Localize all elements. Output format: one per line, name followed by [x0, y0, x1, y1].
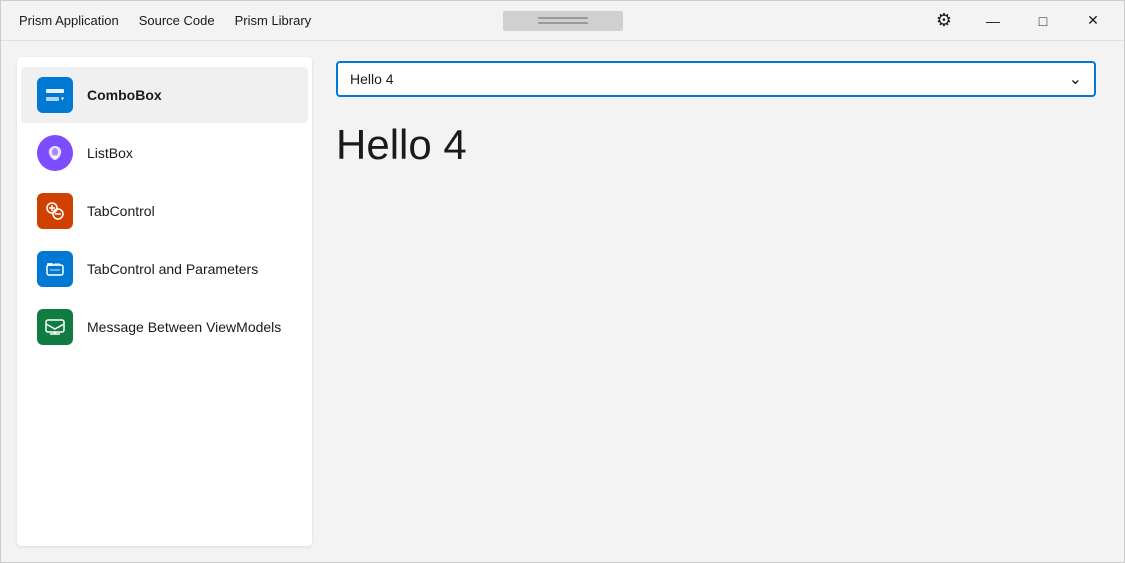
combobox-dropdown[interactable]: Hello 4 ⌄ — [336, 61, 1096, 97]
menu-bar: Prism Application Source Code Prism Libr… — [9, 9, 321, 32]
window-lines — [538, 17, 588, 24]
main-content: ComboBox ListBox — [1, 41, 1124, 562]
sidebar-item-tabcontrol-label: TabControl — [87, 203, 155, 219]
close-icon: ✕ — [1087, 12, 1099, 29]
sidebar-item-listbox[interactable]: ListBox — [21, 125, 308, 181]
sidebar-item-message-viewmodels[interactable]: Message Between ViewModels — [21, 299, 308, 355]
menu-prism-library[interactable]: Prism Library — [225, 9, 322, 32]
content-area: Hello 4 ⌄ Hello 4 — [328, 57, 1108, 546]
window-line — [538, 22, 588, 24]
listbox-icon-wrapper — [37, 135, 73, 171]
chevron-down-icon: ⌄ — [1069, 69, 1082, 89]
tabparams-icon — [37, 251, 73, 287]
window-controls: ⚙ — □ ✕ — [926, 5, 1116, 37]
title-bar: Prism Application Source Code Prism Libr… — [1, 1, 1124, 41]
minimize-icon: — — [986, 13, 1000, 29]
title-bar-center — [503, 11, 623, 31]
tabcontrol-icon-wrapper — [37, 193, 73, 229]
tabcontrol-icon — [37, 193, 73, 229]
menu-prism-application[interactable]: Prism Application — [9, 9, 129, 32]
sidebar-item-tabcontrol[interactable]: TabControl — [21, 183, 308, 239]
sidebar-item-message-label: Message Between ViewModels — [87, 319, 281, 335]
combobox-icon — [37, 77, 73, 113]
menu-source-code[interactable]: Source Code — [129, 9, 225, 32]
sidebar-item-combobox[interactable]: ComboBox — [21, 67, 308, 123]
sidebar-item-tabcontrol-params[interactable]: TabControl and Parameters — [21, 241, 308, 297]
sidebar-item-listbox-label: ListBox — [87, 145, 133, 161]
maximize-button[interactable]: □ — [1020, 5, 1066, 37]
sidebar-item-combobox-label: ComboBox — [87, 87, 162, 103]
listbox-icon — [37, 135, 73, 171]
sidebar-item-tabparams-label: TabControl and Parameters — [87, 261, 258, 277]
window-thumbnail — [503, 11, 623, 31]
combobox-icon-wrapper — [37, 77, 73, 113]
display-text: Hello 4 — [336, 113, 1100, 177]
minimize-button[interactable]: — — [970, 5, 1016, 37]
close-button[interactable]: ✕ — [1070, 5, 1116, 37]
combobox-value: Hello 4 — [350, 71, 394, 87]
settings-button[interactable]: ⚙ — [926, 5, 962, 37]
gear-icon: ⚙ — [936, 10, 952, 31]
maximize-icon: □ — [1039, 13, 1047, 29]
sidebar: ComboBox ListBox — [17, 57, 312, 546]
tabparams-icon-wrapper — [37, 251, 73, 287]
window-line — [538, 17, 588, 19]
message-icon — [37, 309, 73, 345]
message-icon-wrapper — [37, 309, 73, 345]
